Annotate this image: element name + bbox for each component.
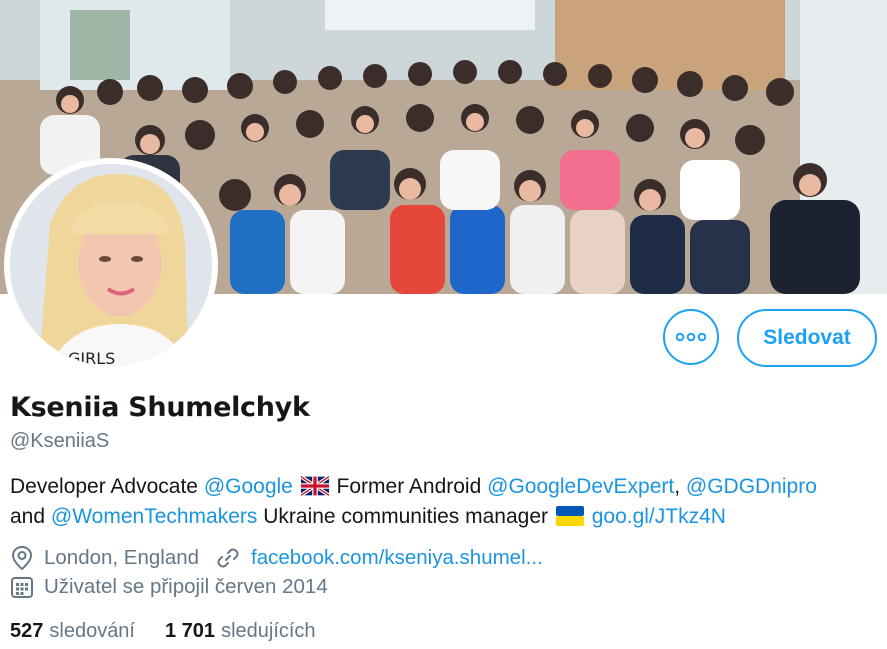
avatar-photo: GIRLS <box>10 164 212 366</box>
follow-stats: 527 sledování 1 701 sledujících <box>10 620 316 643</box>
bio-text: and <box>10 505 46 528</box>
bio-text: Former Android <box>336 475 482 498</box>
bio-comma: , <box>674 475 681 498</box>
ukraine-flag-icon <box>555 506 584 526</box>
following-label: sledování <box>49 620 135 642</box>
follow-button[interactable]: Sledovat <box>737 309 877 367</box>
following-stat[interactable]: 527 sledování <box>10 620 135 643</box>
followers-count: 1 701 <box>165 620 216 642</box>
mention-gde-link[interactable]: @GoogleDevExpert <box>487 475 674 498</box>
location-website-row: London, England facebook.com/kseniya.shu… <box>10 545 543 571</box>
mention-gdg-link[interactable]: @GDGDnipro <box>686 475 817 498</box>
uk-flag-icon <box>300 476 329 496</box>
bio-short-link[interactable]: goo.gl/JTkz4N <box>592 505 726 528</box>
more-button[interactable] <box>663 309 719 365</box>
bio-line-1: Developer Advocate @Google Former Androi… <box>10 472 880 502</box>
link-icon <box>217 548 239 568</box>
followers-label: sledujících <box>221 620 316 642</box>
joined-row: Uživatel se připojil červen 2014 <box>10 575 328 599</box>
joined-date-text: Uživatel se připojil červen 2014 <box>44 575 328 598</box>
more-horizontal-icon <box>676 332 706 342</box>
website-link[interactable]: facebook.com/kseniya.shumel... <box>251 546 543 570</box>
profile-avatar[interactable]: GIRLS <box>4 158 218 372</box>
location-pin-icon <box>11 545 33 571</box>
bio-text: Developer Advocate <box>10 475 198 498</box>
followers-stat[interactable]: 1 701 sledujících <box>165 620 316 643</box>
calendar-icon <box>11 577 33 598</box>
display-name: Kseniia Shumelchyk <box>10 392 310 423</box>
mention-google-link[interactable]: @Google <box>204 475 293 498</box>
location-text: London, England <box>44 546 200 569</box>
bio-line-2: and @WomenTechmakers Ukraine communities… <box>10 502 880 532</box>
profile-bio: Developer Advocate @Google Former Androi… <box>10 472 880 532</box>
following-count: 527 <box>10 620 44 642</box>
user-handle: @KseniiaS <box>10 430 110 452</box>
mention-wtm-link[interactable]: @WomenTechmakers <box>51 505 258 528</box>
svg-text:GIRLS: GIRLS <box>68 349 115 366</box>
bio-text: Ukraine communities manager <box>263 505 549 528</box>
